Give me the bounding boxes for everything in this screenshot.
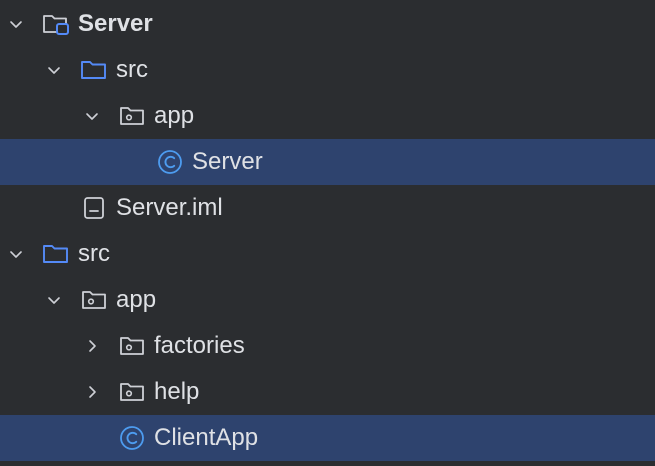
tree-item-label: app <box>116 286 157 313</box>
tree-item-label: ClientApp <box>154 424 259 451</box>
source-folder-icon <box>42 240 70 268</box>
iml-file-icon <box>80 194 108 222</box>
tree-item-factories[interactable]: factories <box>0 323 655 369</box>
tree-item-label: Server.iml <box>116 194 223 221</box>
chevron-down-icon[interactable] <box>84 108 100 124</box>
tree-item-server[interactable]: Server <box>0 139 655 185</box>
chevron-down-icon[interactable] <box>46 292 62 308</box>
tree-item-label: app <box>154 102 195 129</box>
tree-item-app[interactable]: app <box>0 93 655 139</box>
tree-item-label: src <box>116 56 148 83</box>
tree-item-label: Server <box>192 148 263 175</box>
tree-item-src[interactable]: src <box>0 231 655 277</box>
tree-item-src[interactable]: src <box>0 47 655 93</box>
source-folder-icon <box>80 56 108 84</box>
package-folder-icon <box>80 286 108 314</box>
chevron-down-icon[interactable] <box>8 246 24 262</box>
tree-item-server[interactable]: Server <box>0 1 655 47</box>
tree-item-help[interactable]: help <box>0 369 655 415</box>
chevron-right-icon[interactable] <box>84 384 100 400</box>
tree-item-label: factories <box>154 332 245 359</box>
package-folder-icon <box>118 332 146 360</box>
package-folder-icon <box>118 102 146 130</box>
project-tree: Server src app Server Server.iml src app factor… <box>0 0 655 466</box>
tree-item-clientapp[interactable]: ClientApp <box>0 415 655 461</box>
chevron-right-icon[interactable] <box>84 338 100 354</box>
chevron-down-icon[interactable] <box>8 16 24 32</box>
module-folder-icon <box>42 10 70 38</box>
tree-item-app[interactable]: app <box>0 277 655 323</box>
chevron-down-icon[interactable] <box>46 62 62 78</box>
tree-item-server-iml[interactable]: Server.iml <box>0 185 655 231</box>
tree-item-label: help <box>154 378 200 405</box>
tree-item-label: src <box>78 240 110 267</box>
class-icon <box>156 148 184 176</box>
tree-item-label: Server <box>78 10 153 37</box>
class-icon <box>118 424 146 452</box>
package-folder-icon <box>118 378 146 406</box>
